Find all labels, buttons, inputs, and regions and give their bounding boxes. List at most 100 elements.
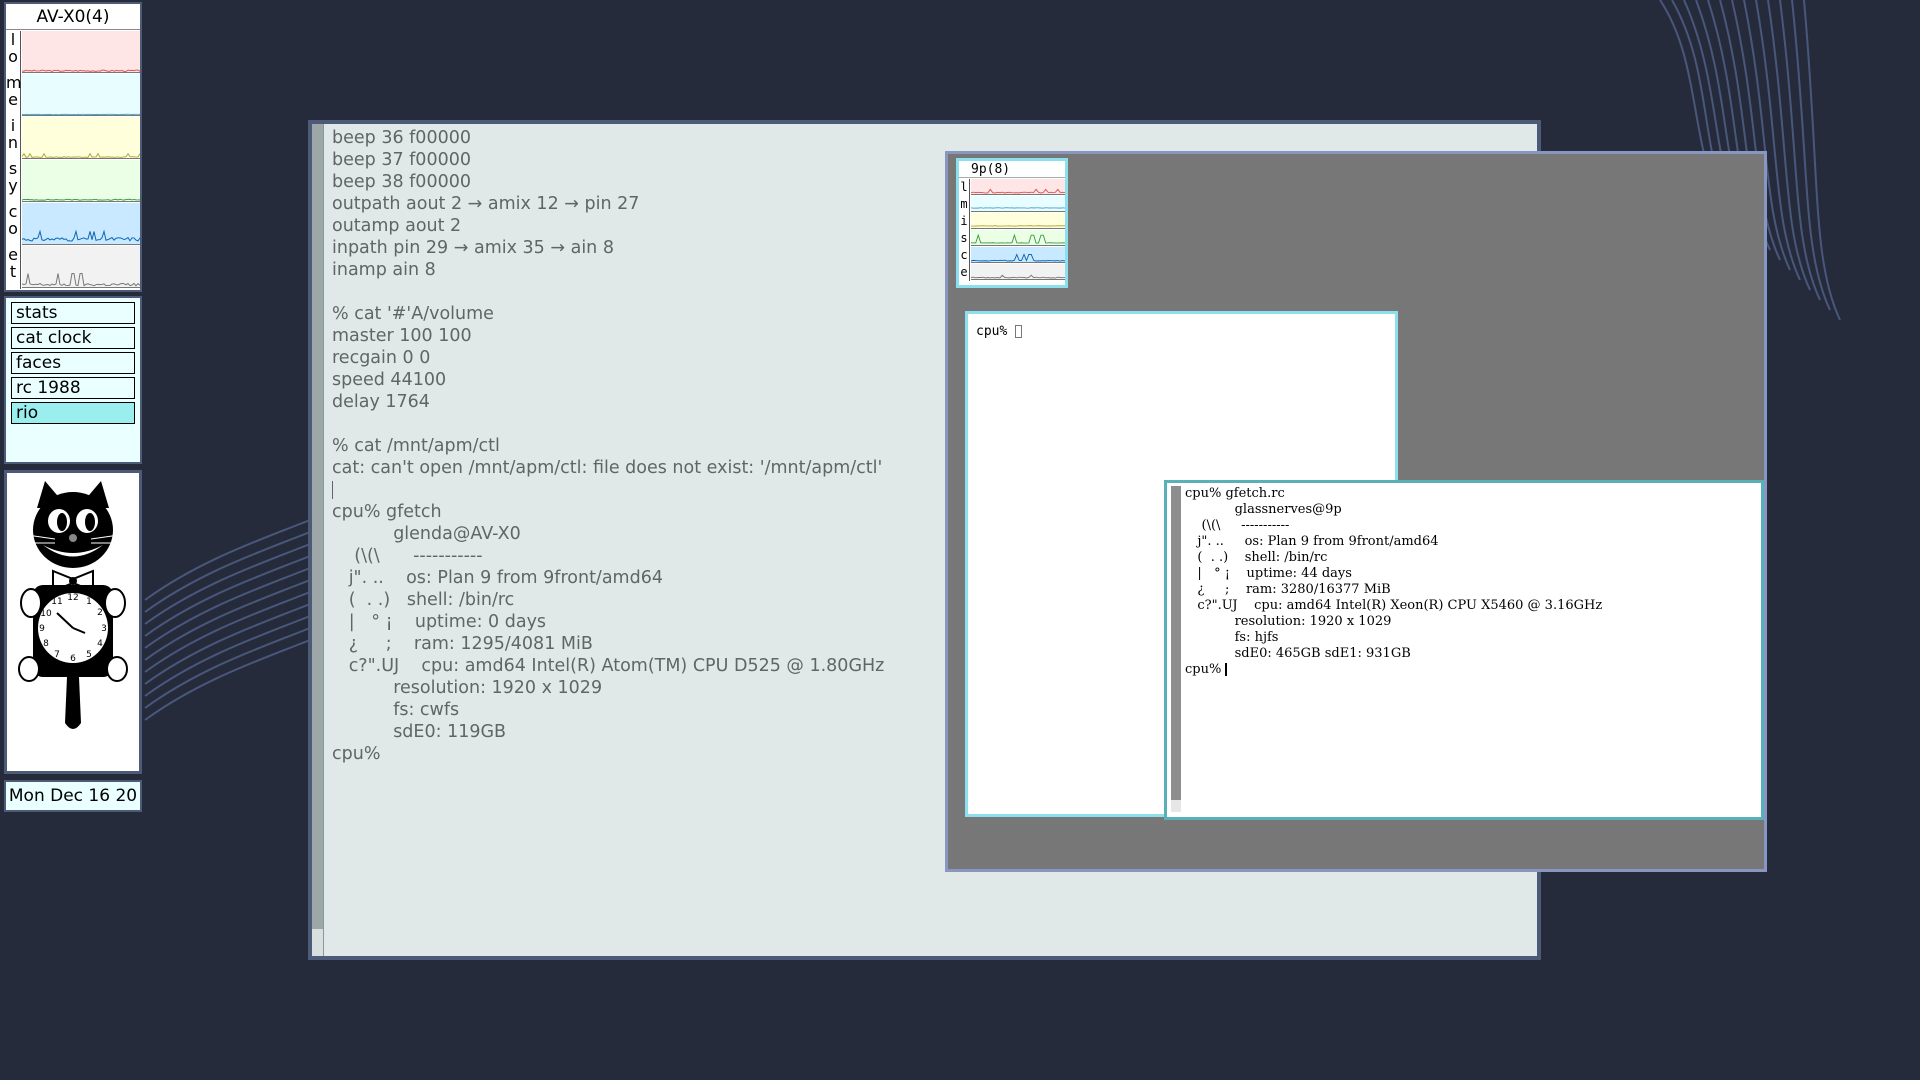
terminal-line: (\(\ ----------- xyxy=(332,546,483,566)
launcher-item-stats[interactable]: stats xyxy=(11,302,135,324)
stats-graph-letter: e xyxy=(8,90,18,109)
gfetch-line: sdE0: 465GB sdE1: 931GB xyxy=(1185,646,1411,661)
nested-rio-window[interactable]: 9p(8) lmisce cpu% cpu% gfetch.rc glassne… xyxy=(945,151,1767,872)
stats-graph-canvas xyxy=(22,74,140,116)
terminal-line xyxy=(332,479,884,501)
stats-graph-letter: n xyxy=(7,133,19,152)
nested-graph-canvas xyxy=(971,196,1065,212)
terminal-line: inpath pin 29 → amix 35 → ain 8 xyxy=(332,238,614,258)
stats-graph-label: sy xyxy=(6,160,21,203)
stats-graph-label: in xyxy=(6,117,21,160)
svg-text:6: 6 xyxy=(70,654,76,664)
stats-window[interactable]: AV-X0(4) lomeinsycoet xyxy=(4,2,142,292)
stats-graph-label: et xyxy=(6,246,21,289)
stats-graph-letter: i xyxy=(10,116,16,135)
text-cursor xyxy=(332,481,333,499)
stats-graph-letter: s xyxy=(8,159,18,178)
launcher-item-faces[interactable]: faces xyxy=(11,352,135,374)
gfetch-output[interactable]: cpu% gfetch.rc glassnerves@9p (\(\ -----… xyxy=(1185,486,1602,678)
gfetch-line: ¿ ; ram: 3280/16377 MiB xyxy=(1185,582,1391,597)
terminal-line: master 100 100 xyxy=(332,326,472,346)
svg-text:10: 10 xyxy=(40,609,52,619)
stats-graph-letter: l xyxy=(10,30,16,49)
stats-graph-letter: o xyxy=(8,219,18,238)
date-display: Mon Dec 16 20 xyxy=(4,780,142,812)
terminal-line: | ° ¡ uptime: 0 days xyxy=(332,612,547,632)
nested-graph-row: i xyxy=(959,213,1065,230)
nested-graph-label: m xyxy=(959,196,970,213)
launcher-item-cat-clock[interactable]: cat clock xyxy=(11,327,135,349)
nested-graph-canvas xyxy=(971,230,1065,246)
gfetch-line: cpu% gfetch.rc xyxy=(1185,486,1285,501)
gfetch-line: fs: hjfs xyxy=(1185,630,1279,645)
nested-stats-window[interactable]: 9p(8) lmisce xyxy=(956,158,1068,288)
svg-text:2: 2 xyxy=(97,608,103,618)
gfetch-line: c?".UJ cpu: amd64 Intel(R) Xeon(R) CPU X… xyxy=(1185,598,1603,613)
stats-graph-canvas xyxy=(22,203,140,245)
stats-graph-row: sy xyxy=(6,160,140,203)
stats-graph-canvas xyxy=(22,117,140,159)
terminal-line: speed 44100 xyxy=(332,370,447,390)
terminal-line: ( . .) shell: /bin/rc xyxy=(332,590,515,610)
terminal-line: recgain 0 0 xyxy=(332,348,431,368)
terminal-line: j". .. os: Plan 9 from 9front/amd64 xyxy=(332,568,663,588)
terminal-line: outpath aout 2 → amix 12 → pin 27 xyxy=(332,194,640,214)
cat-clock-icon: 12 12 345 678 91011 xyxy=(18,481,128,729)
nested-graph-label: s xyxy=(959,230,970,247)
nested-graph-label: l xyxy=(959,179,970,196)
terminal-line: cpu% gfetch xyxy=(332,502,442,522)
svg-text:1: 1 xyxy=(86,597,92,607)
stats-graph-letter: t xyxy=(9,262,17,281)
launcher-item-rc-1988[interactable]: rc 1988 xyxy=(11,377,135,399)
terminal-line: beep 36 f00000 xyxy=(332,128,471,148)
scrollbar-thumb[interactable] xyxy=(1171,486,1181,800)
terminal-line: % cat '#'A/volume xyxy=(332,304,494,324)
nested-graph-row: e xyxy=(959,264,1065,281)
nested-graph-row: l xyxy=(959,179,1065,196)
nested-stats-graphs: lmisce xyxy=(959,179,1065,285)
stats-graph-canvas xyxy=(22,31,140,73)
launcher-item-rio[interactable]: rio xyxy=(11,402,135,424)
stats-graph-row: in xyxy=(6,117,140,160)
nested-graph-row: c xyxy=(959,247,1065,264)
svg-text:11: 11 xyxy=(51,597,62,607)
terminal-line: fs: cwfs xyxy=(332,700,460,720)
launcher-menu: stats cat clock faces rc 1988 rio xyxy=(4,296,142,464)
main-terminal-output[interactable]: beep 36 f00000 beep 37 f00000 beep 38 f000… xyxy=(332,127,884,765)
terminal-line: % cat /mnt/apm/ctl xyxy=(332,436,500,456)
terminal-line: cpu% xyxy=(332,744,381,764)
stats-graph-label: co xyxy=(6,203,21,246)
gfetch-line: (\(\ ----------- xyxy=(1185,518,1290,533)
scrollbar-thumb[interactable] xyxy=(312,124,323,929)
svg-text:4: 4 xyxy=(97,639,103,649)
gfetch-scrollbar[interactable] xyxy=(1171,486,1181,812)
stats-graph-letter: c xyxy=(8,202,18,221)
gfetch-prompt: cpu% xyxy=(1185,662,1226,677)
svg-text:3: 3 xyxy=(101,624,107,634)
stats-graph-row: co xyxy=(6,203,140,246)
terminal-line: resolution: 1920 x 1029 xyxy=(332,678,603,698)
gfetch-terminal-window[interactable]: cpu% gfetch.rc glassnerves@9p (\(\ -----… xyxy=(1164,480,1764,820)
terminal-line: cat: can't open /mnt/apm/ctl: file does … xyxy=(332,458,883,478)
terminal-line: beep 37 f00000 xyxy=(332,150,471,170)
nested-graph-label: c xyxy=(959,247,970,264)
nested-graph-row: s xyxy=(959,230,1065,247)
gfetch-line: | ° ¡ uptime: 44 days xyxy=(1185,566,1352,581)
stats-graph-letter: y xyxy=(8,176,18,195)
terminal-line: beep 38 f00000 xyxy=(332,172,471,192)
gfetch-line: glassnerves@9p xyxy=(1185,502,1342,517)
terminal-line: glenda@AV-X0 xyxy=(332,524,521,544)
terminal-line: delay 1764 xyxy=(332,392,430,412)
cat-clock-window[interactable]: 12 1 2 345 678 9 10 11 xyxy=(4,470,142,774)
main-terminal-scrollbar[interactable] xyxy=(312,124,324,956)
nested-graph-row: m xyxy=(959,196,1065,213)
cpu-prompt-line[interactable]: cpu% xyxy=(976,324,1023,339)
stats-graph-letter: m xyxy=(6,73,22,92)
gfetch-line: j". .. os: Plan 9 from 9front/amd64 xyxy=(1185,534,1439,549)
svg-text:8: 8 xyxy=(43,639,49,649)
terminal-line: outamp aout 2 xyxy=(332,216,462,236)
nested-graph-canvas xyxy=(971,247,1065,263)
svg-text:9: 9 xyxy=(39,624,45,634)
text-cursor xyxy=(1015,325,1023,338)
